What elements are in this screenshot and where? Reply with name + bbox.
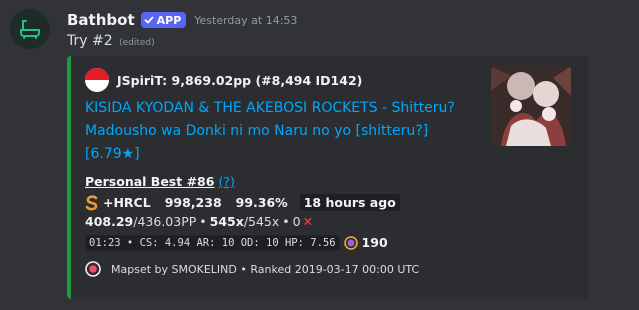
embed-author[interactable]: JSpiriT: 9,869.02pp (#8,494 ID142) [85, 68, 362, 92]
message-content: Try #2 (edited) [67, 33, 155, 49]
combo: 545x [209, 214, 244, 229]
misses: 0 [292, 214, 301, 229]
bpm: 190 [361, 235, 388, 250]
bot-avatar[interactable] [10, 9, 50, 49]
timestamp: Yesterday at 14:53 [194, 13, 298, 27]
time-ago: 18 hours ago [299, 194, 400, 211]
username[interactable]: Bathbot [67, 11, 135, 29]
map-stats: 01:23 • CS: 4.94 AR: 10 OD: 10 HP: 7.56 [85, 234, 340, 251]
message-header: Bathbot APP Yesterday at 14:53 [67, 9, 297, 31]
indonesia-flag-icon [85, 68, 109, 92]
chat-message: Bathbot APP Yesterday at 14:53 Try #2 (e… [0, 0, 639, 310]
accuracy: 99.36% [235, 195, 288, 210]
personal-best-label: Personal Best #86 [85, 174, 215, 189]
combo-max: /545x [243, 214, 280, 229]
help-link[interactable]: (?) [218, 174, 234, 189]
anime-artwork-image [491, 66, 571, 146]
embed-footer: Mapset by SMOKELIND • Ranked 2019-03-17 … [85, 261, 419, 277]
embed-description: Personal Best #86 (?) +HRCL 998,238 99.3… [85, 172, 475, 252]
embed-title-link[interactable]: KISIDA KYODAN & THE AKEBOSI ROCKETS - Sh… [85, 97, 480, 166]
grade-s-icon [85, 194, 99, 211]
checkmark-icon [144, 16, 154, 24]
edited-label: (edited) [119, 38, 155, 48]
embed-author-name[interactable]: JSpiriT: 9,869.02pp (#8,494 ID142) [117, 73, 362, 88]
footer-text: Mapset by SMOKELIND • Ranked 2019-03-17 … [111, 262, 420, 276]
app-badge: APP [140, 12, 187, 28]
osu-logo-icon [85, 261, 101, 277]
score-embed: JSpiriT: 9,869.02pp (#8,494 ID142) KISID… [67, 56, 588, 299]
bathtub-icon [20, 20, 40, 39]
pp-value: 408.29 [85, 214, 134, 229]
score: 998,238 [164, 195, 222, 210]
bpm-icon [343, 235, 358, 250]
mods: +HRCL [103, 195, 151, 210]
miss-icon: ✕ [302, 214, 314, 229]
beatmap-thumbnail[interactable] [491, 66, 571, 146]
pp-max: /436.03PP [133, 214, 197, 229]
message-text: Try #2 [67, 33, 113, 49]
app-badge-label: APP [156, 13, 182, 27]
